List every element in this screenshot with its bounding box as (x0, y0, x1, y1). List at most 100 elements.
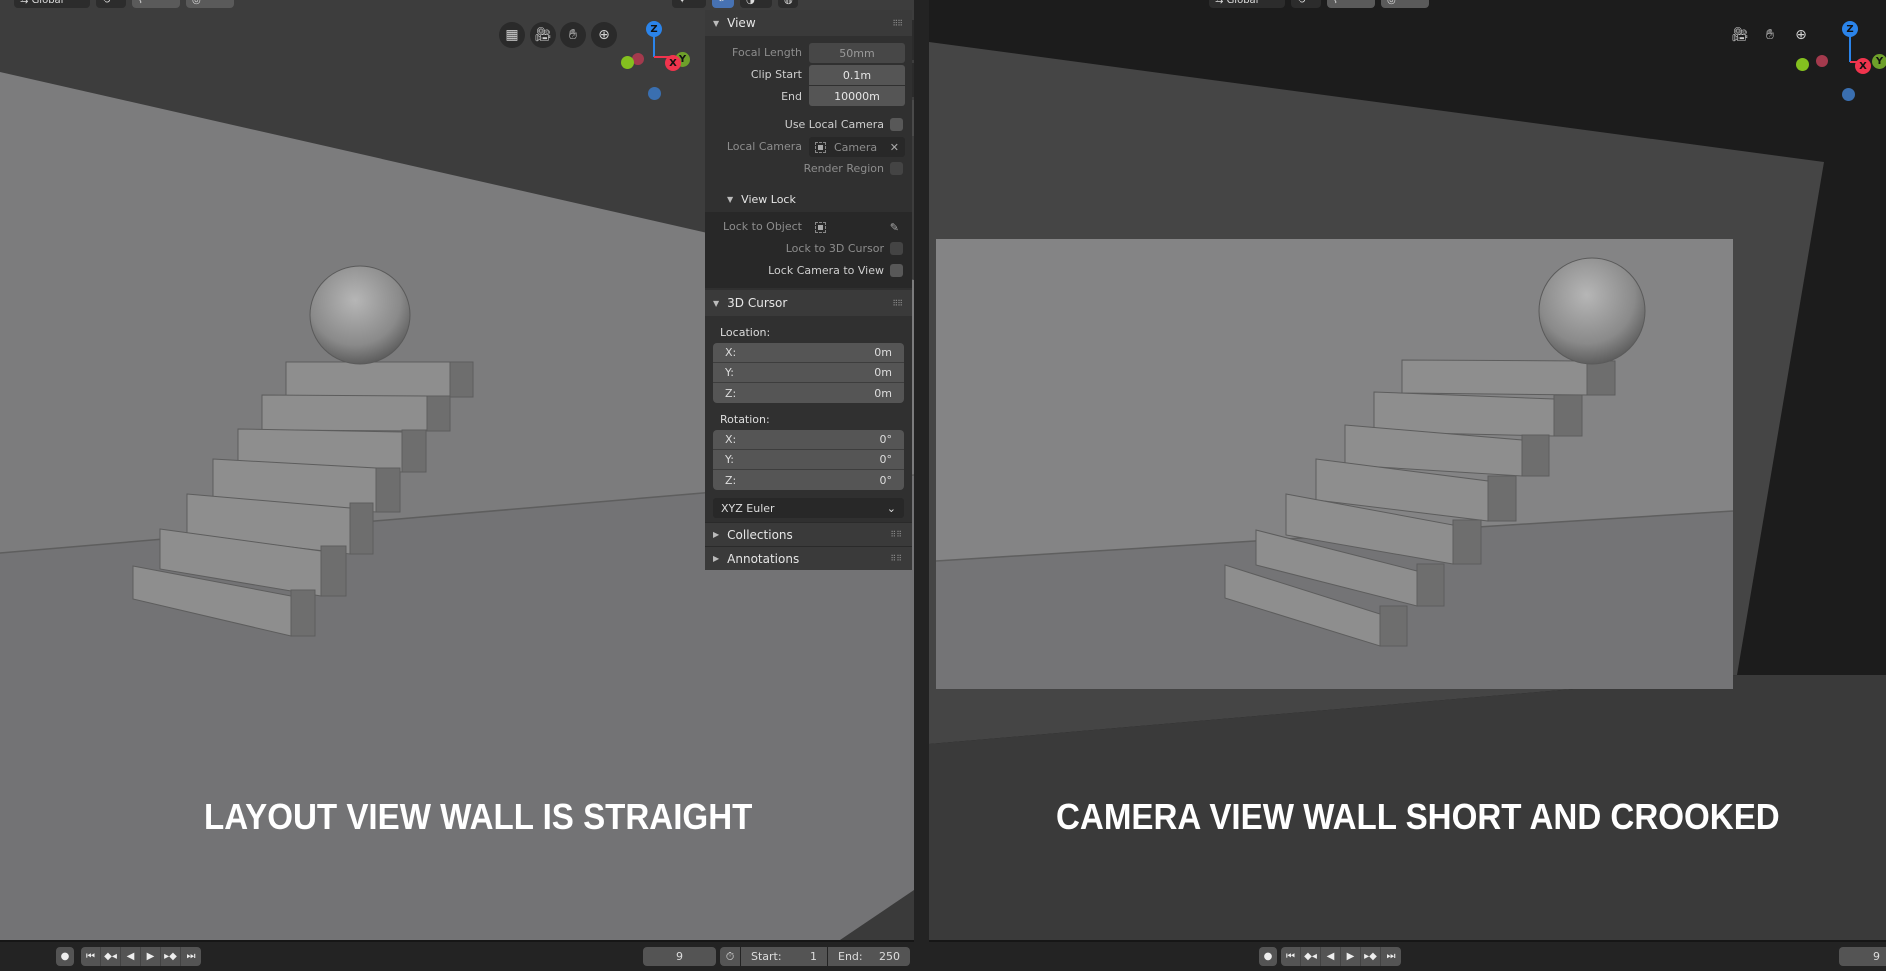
next-keyframe-button[interactable]: ▸◆ (161, 947, 181, 966)
next-keyframe-icon: ▸◆ (164, 951, 177, 962)
cursor-location-z[interactable]: Z: 0m (713, 383, 904, 403)
play-reverse-icon: ◀ (126, 951, 135, 962)
playback-controls: ⏮ ◆◂ ◀ ▶ ▸◆ ⏭ (1281, 947, 1401, 966)
sidebar-panel: ▼ View ⠿⠿ Focal Length 50mm Clip Start 0… (705, 10, 912, 570)
jump-start-icon: ⏮ (86, 951, 95, 962)
drag-grip-icon[interactable]: ⠿⠿ (890, 530, 902, 539)
layout-caption: LAYOUT VIEW WALL IS STRAIGHT (204, 796, 753, 837)
lock-camera-to-view-checkbox[interactable] (890, 264, 903, 277)
gizmo-y-axis[interactable]: Y (1872, 54, 1886, 69)
record-button[interactable]: ● (1259, 947, 1277, 966)
object-icon (815, 221, 826, 233)
use-local-camera-checkbox[interactable] (890, 118, 903, 131)
cursor-rotation-z[interactable]: Z: 0° (713, 470, 904, 490)
gizmo-neg-z[interactable] (648, 87, 661, 100)
jump-start-button[interactable]: ⏮ (81, 947, 101, 966)
record-button[interactable]: ● (56, 947, 74, 966)
annotations-panel-header[interactable]: ▶ Annotations ⠿⠿ (705, 546, 912, 570)
next-keyframe-icon: ▸◆ (1364, 951, 1377, 962)
use-local-camera-label: Use Local Camera (784, 118, 884, 131)
gizmo-z-axis[interactable]: Z (646, 21, 662, 37)
sphere (1538, 257, 1646, 365)
drag-grip-icon[interactable]: ⠿⠿ (890, 554, 902, 563)
clip-end-field[interactable]: 10000m (809, 86, 905, 106)
collections-panel-header[interactable]: ▶ Collections ⠿⠿ (705, 522, 912, 546)
current-frame-field[interactable]: 9 (1839, 947, 1886, 966)
jump-end-icon: ⏭ (1386, 951, 1396, 962)
play-reverse-button[interactable]: ◀ (1321, 947, 1341, 966)
chevron-down-icon: ⌄ (886, 501, 896, 515)
camera-caption: CAMERA VIEW WALL SHORT AND CROOKED (1056, 796, 1780, 837)
gizmo-x-axis[interactable]: X (665, 55, 681, 71)
expand-triangle-icon: ▼ (713, 298, 720, 308)
cursor-rotation-y[interactable]: Y: 0° (713, 450, 904, 470)
gizmo-neg-y[interactable] (621, 56, 634, 69)
current-frame-field[interactable]: 9 (643, 947, 716, 966)
preview-range-toggle[interactable]: ⏱ (720, 947, 740, 966)
play-button[interactable]: ▶ (1341, 947, 1361, 966)
end-frame-field[interactable]: End: 250 (828, 947, 910, 966)
clip-start-label: Clip Start (750, 68, 802, 81)
record-icon: ● (60, 951, 70, 962)
play-icon: ▶ (1346, 951, 1355, 962)
collapse-triangle-icon: ▶ (713, 530, 720, 539)
expand-triangle-icon: ▼ (713, 18, 720, 28)
sphere (309, 265, 411, 365)
collapse-triangle-icon: ▶ (713, 554, 720, 563)
expand-triangle-icon: ▼ (727, 194, 734, 204)
start-frame-field[interactable]: Start: 1 (741, 947, 827, 966)
timeline-left: ● ⏮ ◆◂ ◀ ▶ ▸◆ ⏭ 9 ⏱ Start: 1 End: 250 (0, 940, 914, 971)
jump-end-button[interactable]: ⏭ (181, 947, 201, 966)
gizmo-neg-x[interactable] (1816, 55, 1828, 67)
cursor-location-y[interactable]: Y: 0m (713, 363, 904, 383)
play-reverse-button[interactable]: ◀ (121, 947, 141, 966)
play-button[interactable]: ▶ (141, 947, 161, 966)
lock-to-3d-cursor-checkbox[interactable] (890, 242, 903, 255)
lock-camera-to-view-label: Lock Camera to View (768, 264, 884, 277)
area-divider[interactable] (914, 0, 929, 971)
camera-viewport[interactable]: ⇆ Global ⟲ ⌇ ◎ 🎥︎ ✋︎ ⊕ Z Y X CAMERA VIEW… (929, 0, 1886, 940)
clear-icon[interactable]: ✕ (890, 141, 899, 154)
jump-end-icon: ⏭ (186, 951, 196, 962)
rotation-label: Rotation: (720, 413, 770, 426)
layout-viewport[interactable]: ⇆ Global ⟲ ⌇ ◎ ✦ ⌁ ◑ ◍ ▦ 🎥︎ ✋︎ ⊕ Z Y X L… (0, 0, 914, 940)
gizmo-neg-z[interactable] (1842, 88, 1855, 101)
local-camera-label: Local Camera (726, 140, 802, 153)
lock-to-object-label: Lock to Object (723, 220, 802, 233)
focal-length-field[interactable]: 50mm (809, 43, 905, 63)
stopwatch-icon: ⏱ (725, 949, 735, 963)
timeline-right: ● ⏮ ◆◂ ◀ ▶ ▸◆ ⏭ 9 (929, 940, 1886, 971)
gizmo-x-axis[interactable]: X (1855, 58, 1871, 74)
jump-end-button[interactable]: ⏭ (1381, 947, 1401, 966)
prev-keyframe-button[interactable]: ◆◂ (1301, 947, 1321, 966)
playback-controls: ⏮ ◆◂ ◀ ▶ ▸◆ ⏭ (81, 947, 201, 966)
jump-start-button[interactable]: ⏮ (1281, 947, 1301, 966)
cursor-location-fields: X: 0m Y: 0m Z: 0m (713, 343, 904, 403)
drag-grip-icon[interactable]: ⠿⠿ (892, 299, 903, 308)
prev-keyframe-button[interactable]: ◆◂ (101, 947, 121, 966)
cursor-location-x[interactable]: X: 0m (713, 343, 904, 363)
cursor-rotation-x[interactable]: X: 0° (713, 430, 904, 450)
gizmo-lines (1849, 30, 1864, 63)
location-label: Location: (720, 326, 771, 339)
prev-keyframe-icon: ◆◂ (104, 951, 117, 962)
render-region-checkbox[interactable] (890, 162, 903, 175)
jump-start-icon: ⏮ (1286, 951, 1295, 962)
local-camera-field[interactable]: Camera ✕ (809, 137, 905, 157)
prev-keyframe-icon: ◆◂ (1304, 951, 1317, 962)
play-icon: ▶ (146, 951, 155, 962)
eyedropper-icon[interactable]: ✎ (890, 221, 899, 234)
next-keyframe-button[interactable]: ▸◆ (1361, 947, 1381, 966)
focal-length-label: Focal Length (732, 46, 802, 59)
cursor-rotation-fields: X: 0° Y: 0° Z: 0° (713, 430, 904, 490)
lock-to-object-field[interactable]: ✎ (809, 217, 905, 237)
view-lock-header[interactable]: ▼ View Lock (705, 186, 912, 212)
gizmo-neg-y[interactable] (1796, 58, 1809, 71)
rotation-mode-select[interactable]: XYZ Euler ⌄ (713, 498, 904, 518)
render-region-label: Render Region (803, 162, 884, 175)
gizmo-z-axis[interactable]: Z (1842, 21, 1858, 37)
view-panel-header[interactable]: ▼ View ⠿⠿ (705, 10, 912, 36)
3d-cursor-panel-header[interactable]: ▼ 3D Cursor ⠿⠿ (705, 290, 912, 316)
drag-grip-icon[interactable]: ⠿⠿ (892, 19, 903, 28)
clip-start-field[interactable]: 0.1m (809, 65, 905, 85)
